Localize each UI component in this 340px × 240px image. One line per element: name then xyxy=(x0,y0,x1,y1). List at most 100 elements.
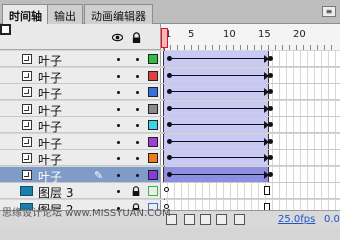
tab-motion-editor[interactable]: 动画编辑器 xyxy=(84,4,153,24)
ruler-tick xyxy=(289,45,290,50)
eye-icon[interactable] xyxy=(112,32,123,43)
ruler-label: 20 xyxy=(293,29,306,40)
layer-name[interactable]: 叶子 xyxy=(38,52,62,69)
visibility-toggle[interactable] xyxy=(117,157,120,160)
layer-outline-color-swatch[interactable] xyxy=(148,136,158,147)
layer-name[interactable]: 叶子 xyxy=(38,168,62,185)
layer-name[interactable]: 叶子 xyxy=(38,151,62,168)
layer-row[interactable]: 叶子 ✎ xyxy=(0,166,340,185)
outline-square-icon[interactable] xyxy=(0,24,11,35)
layer-frames[interactable] xyxy=(160,133,340,149)
visibility-toggle[interactable] xyxy=(117,91,120,94)
layer-name[interactable]: 叶子 xyxy=(38,118,62,135)
layer-outline-color-swatch[interactable] xyxy=(148,169,158,180)
layer-outline-color-swatch[interactable] xyxy=(148,54,158,64)
layer-outline-color-swatch[interactable] xyxy=(148,103,158,114)
layer-outline-color-swatch[interactable] xyxy=(148,87,158,97)
layer-frames[interactable] xyxy=(160,51,340,66)
frame-rate-value[interactable]: 25.0fps xyxy=(278,214,315,225)
layer-frames[interactable] xyxy=(160,166,340,182)
layer-frames[interactable] xyxy=(160,67,340,83)
playhead-handle[interactable] xyxy=(161,28,168,48)
keyframe[interactable] xyxy=(268,171,273,177)
keyframe[interactable] xyxy=(268,56,273,61)
layer-row[interactable]: 叶子 xyxy=(0,100,340,119)
layer-name[interactable]: 叶子 xyxy=(38,102,62,119)
layer-frames[interactable] xyxy=(160,84,340,99)
ruler-tick xyxy=(324,45,325,50)
motion-tween-span[interactable] xyxy=(163,84,273,99)
motion-tween-span[interactable] xyxy=(163,51,273,66)
motion-tween-span[interactable] xyxy=(163,133,273,149)
layer-row[interactable]: 叶子 xyxy=(0,150,340,168)
layer-frames[interactable] xyxy=(160,117,340,132)
layer-row[interactable]: 图层 3 xyxy=(0,183,340,201)
visibility-toggle[interactable] xyxy=(117,173,120,177)
keyframe[interactable] xyxy=(268,89,273,94)
frame-ruler[interactable]: 1 5 10 15 20 xyxy=(160,24,340,50)
lock-toggle[interactable] xyxy=(136,157,139,160)
lock-icon[interactable] xyxy=(131,186,141,196)
layer-name[interactable]: 叶子 xyxy=(38,135,62,152)
layer-outline-color-swatch[interactable] xyxy=(148,153,158,163)
tab-output[interactable]: 输出 xyxy=(47,4,83,24)
keyframe[interactable] xyxy=(268,138,273,144)
layer-frames[interactable] xyxy=(160,100,340,116)
ruler-tick xyxy=(205,45,206,50)
layer-icon xyxy=(22,70,32,81)
tween-arrow-line xyxy=(168,157,265,158)
motion-tween-span[interactable] xyxy=(163,117,273,132)
layer-name[interactable]: 叶子 xyxy=(38,69,62,86)
ruler-tick xyxy=(247,45,248,50)
motion-tween-span[interactable] xyxy=(163,150,273,165)
lock-toggle[interactable] xyxy=(136,124,139,127)
tab-timeline[interactable]: 时间轴 xyxy=(2,4,49,25)
layer-row[interactable]: 叶子 xyxy=(0,84,340,102)
visibility-toggle[interactable] xyxy=(117,124,120,127)
lock-toggle[interactable] xyxy=(136,74,139,78)
layer-icon xyxy=(22,103,32,114)
panel-menu-icon[interactable]: ≡ xyxy=(322,6,336,17)
lock-icon[interactable] xyxy=(131,32,142,43)
layer-frames[interactable] xyxy=(160,150,340,165)
layer-row[interactable]: 叶子 xyxy=(0,117,340,135)
end-frame[interactable] xyxy=(264,186,270,195)
onion-skin-outlines-icon[interactable] xyxy=(200,214,211,225)
lock-toggle[interactable] xyxy=(136,107,139,111)
layer-row[interactable]: 叶子 xyxy=(0,67,340,86)
keyframe[interactable] xyxy=(268,155,273,160)
edit-multiple-frames-icon[interactable] xyxy=(216,214,227,225)
ruler-tick xyxy=(275,45,276,50)
layer-name[interactable]: 叶子 xyxy=(38,85,62,102)
keyframe[interactable] xyxy=(164,187,169,192)
ruler-tick xyxy=(268,45,269,50)
layer-outline-color-swatch[interactable] xyxy=(148,120,158,130)
keyframe[interactable] xyxy=(268,122,273,127)
ruler-tick xyxy=(170,45,171,50)
lock-toggle[interactable] xyxy=(136,91,139,94)
onion-skin-icon[interactable] xyxy=(184,214,195,225)
visibility-toggle[interactable] xyxy=(117,190,120,193)
ruler-label: 10 xyxy=(223,29,236,40)
modify-markers-icon[interactable] xyxy=(234,214,245,225)
layer-outline-color-swatch[interactable] xyxy=(148,70,158,81)
layer-outline-color-swatch[interactable] xyxy=(148,186,158,196)
motion-tween-span[interactable] xyxy=(163,67,273,83)
motion-tween-span[interactable] xyxy=(163,100,273,116)
keyframe[interactable] xyxy=(268,72,273,78)
visibility-toggle[interactable] xyxy=(117,107,120,111)
layer-name[interactable]: 图层 3 xyxy=(38,184,73,201)
lock-toggle[interactable] xyxy=(136,140,139,144)
layer-row[interactable]: 叶子 xyxy=(0,133,340,152)
visibility-toggle[interactable] xyxy=(117,140,120,144)
layer-icon xyxy=(22,136,32,147)
layer-frames[interactable] xyxy=(160,183,340,198)
layer-row[interactable]: 叶子 xyxy=(0,51,340,69)
motion-tween-span[interactable] xyxy=(163,166,273,182)
visibility-toggle[interactable] xyxy=(117,74,120,78)
pencil-icon: ✎ xyxy=(94,168,104,182)
visibility-toggle[interactable] xyxy=(117,58,120,61)
keyframe[interactable] xyxy=(268,105,273,111)
lock-toggle[interactable] xyxy=(136,58,139,61)
lock-toggle[interactable] xyxy=(136,173,139,177)
